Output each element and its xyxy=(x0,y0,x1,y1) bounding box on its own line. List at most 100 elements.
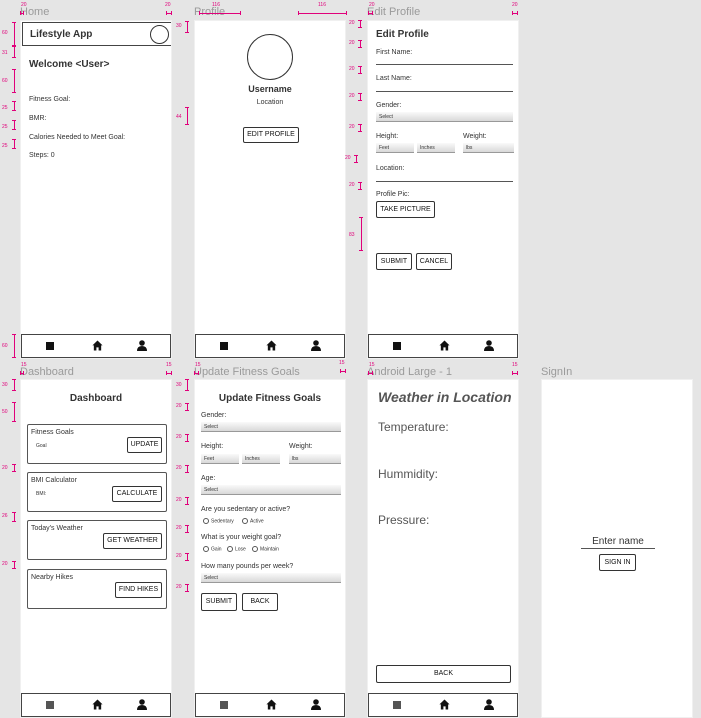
welcome-heading: Welcome <User> xyxy=(29,59,110,70)
profile-icon[interactable] xyxy=(484,699,494,710)
update-button[interactable]: UPDATE xyxy=(127,437,162,453)
bottom-nav xyxy=(195,693,345,717)
active-radio[interactable]: Active xyxy=(242,518,264,524)
lose-radio[interactable]: Lose xyxy=(227,546,246,552)
radio-button[interactable] xyxy=(203,546,209,552)
profile-icon[interactable] xyxy=(311,699,321,710)
gender-select[interactable]: Select xyxy=(201,422,341,432)
last-name-field[interactable] xyxy=(376,91,513,92)
feet-select[interactable]: Feet xyxy=(376,143,414,153)
app-header: Lifestyle App xyxy=(22,22,171,46)
get-weather-button[interactable]: GET WEATHER xyxy=(103,533,162,549)
dashboard-icon[interactable] xyxy=(46,342,54,350)
fitness-goal-label: Fitness Goal: xyxy=(29,96,71,103)
height-label: Height: xyxy=(201,443,224,450)
measure-label: 15 xyxy=(369,362,375,368)
back-button[interactable]: BACK xyxy=(376,665,511,683)
measure-label: 20 xyxy=(21,2,27,8)
find-hikes-button[interactable]: FIND HIKES xyxy=(115,582,162,598)
pounds-select[interactable]: Select xyxy=(201,573,341,583)
height-label: Height: xyxy=(376,133,399,140)
measure-label: 20 xyxy=(2,465,8,471)
measure-label: 30 xyxy=(176,23,182,29)
bottom-nav xyxy=(21,334,171,358)
bottom-nav xyxy=(368,334,518,358)
edit-profile-button[interactable]: EDIT PROFILE xyxy=(243,127,299,143)
name-input[interactable]: Enter name xyxy=(581,536,655,549)
maintain-radio[interactable]: Maintain xyxy=(252,546,279,552)
temperature-label: Temperature: xyxy=(378,420,449,434)
radio-button[interactable] xyxy=(227,546,233,552)
profile-icon[interactable] xyxy=(137,699,147,710)
submit-button[interactable]: SUBMIT xyxy=(201,593,237,611)
profile-location: Location xyxy=(256,99,284,106)
radio-button[interactable] xyxy=(252,546,258,552)
measure-bar xyxy=(12,22,16,46)
age-select[interactable]: Select xyxy=(201,485,341,495)
gain-radio[interactable]: Gain xyxy=(203,546,222,552)
measure-label: 44 xyxy=(176,114,182,120)
dashboard-screen: Dashboard Fitness Goals Goal UPDATE BMI … xyxy=(20,379,172,718)
sedentary-radio[interactable]: Sedentary xyxy=(203,518,234,524)
measure-bar xyxy=(12,69,16,93)
measure-bar xyxy=(358,182,362,190)
inches-select[interactable]: Inches xyxy=(417,143,455,153)
measure-label: 20 xyxy=(349,93,355,99)
measure-bar xyxy=(12,464,16,472)
profile-screen: Username Location EDIT PROFILE xyxy=(194,20,346,359)
measure-bar xyxy=(12,139,16,149)
measure-label: 20 xyxy=(349,182,355,188)
profile-icon[interactable] xyxy=(137,340,147,351)
dashboard-icon[interactable] xyxy=(220,701,228,709)
measure-bar xyxy=(368,371,373,375)
sign-in-button[interactable]: SIGN IN xyxy=(599,554,636,571)
gender-select[interactable]: Select xyxy=(376,112,513,122)
measure-bar xyxy=(185,497,189,505)
home-icon[interactable] xyxy=(439,699,450,710)
lbs-select[interactable]: lbs xyxy=(289,454,341,464)
take-picture-button[interactable]: TAKE PICTURE xyxy=(376,201,435,218)
cancel-button[interactable]: CANCEL xyxy=(416,253,452,270)
active-label: Active xyxy=(250,518,264,525)
feet-select[interactable]: Feet xyxy=(201,454,239,464)
home-icon[interactable] xyxy=(266,340,277,351)
location-field[interactable] xyxy=(376,181,513,182)
measure-label: 20 xyxy=(512,2,518,8)
lbs-select[interactable]: lbs xyxy=(463,143,514,153)
sedentary-label: Sedentary xyxy=(211,518,234,525)
dashboard-icon[interactable] xyxy=(393,701,401,709)
signin-screen: Enter name SIGN IN xyxy=(541,379,693,718)
home-icon[interactable] xyxy=(266,699,277,710)
first-name-field[interactable] xyxy=(376,64,513,65)
submit-button[interactable]: SUBMIT xyxy=(376,253,412,270)
hikes-card: Nearby Hikes FIND HIKES xyxy=(27,569,167,609)
weight-label: Weight: xyxy=(463,133,487,140)
measure-bar xyxy=(358,20,362,28)
profile-icon[interactable] xyxy=(311,340,321,351)
avatar[interactable] xyxy=(150,25,169,44)
home-icon[interactable] xyxy=(439,340,450,351)
radio-button[interactable] xyxy=(203,518,209,524)
measure-label: 30 xyxy=(2,382,8,388)
measure-bar xyxy=(12,120,16,130)
measure-bar xyxy=(354,155,358,163)
dashboard-icon[interactable] xyxy=(220,342,228,350)
radio-button[interactable] xyxy=(242,518,248,524)
card-subtitle: BMI: xyxy=(36,491,47,497)
calculate-button[interactable]: CALCULATE xyxy=(112,486,162,502)
dashboard-title: Dashboard xyxy=(69,393,123,404)
dashboard-icon[interactable] xyxy=(393,342,401,350)
profile-icon[interactable] xyxy=(484,340,494,351)
back-button[interactable]: BACK xyxy=(242,593,278,611)
measure-label: 30 xyxy=(176,382,182,388)
measure-label: 15 xyxy=(166,362,172,368)
measure-bar xyxy=(12,402,16,422)
dashboard-icon[interactable] xyxy=(46,701,54,709)
location-label: Location: xyxy=(376,165,405,172)
home-icon[interactable] xyxy=(92,340,103,351)
inches-select[interactable]: Inches xyxy=(242,454,280,464)
frame-label-signin: SignIn xyxy=(541,366,573,378)
measure-bar xyxy=(12,334,16,358)
measure-label: 116 xyxy=(212,2,220,8)
home-icon[interactable] xyxy=(92,699,103,710)
